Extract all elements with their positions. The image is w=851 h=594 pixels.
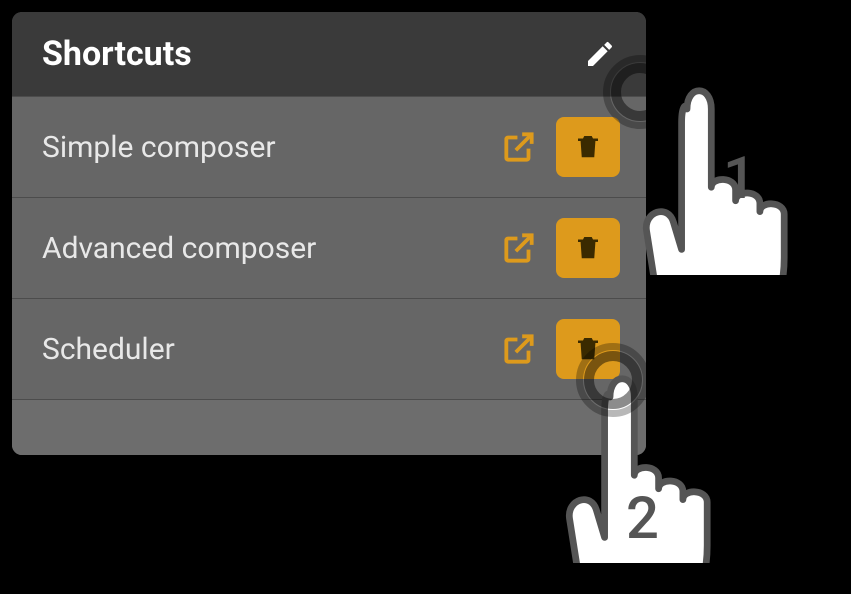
shortcut-label: Scheduler bbox=[42, 332, 500, 367]
delete-button[interactable] bbox=[556, 117, 620, 177]
open-external-icon[interactable] bbox=[500, 229, 538, 267]
trash-icon bbox=[573, 129, 603, 166]
annotation-step-number: 1 bbox=[723, 145, 756, 213]
open-external-icon[interactable] bbox=[500, 330, 538, 368]
open-external-icon[interactable] bbox=[500, 128, 538, 166]
shortcut-label: Simple composer bbox=[42, 130, 500, 165]
panel-title: Shortcuts bbox=[42, 34, 192, 74]
edit-icon[interactable] bbox=[584, 38, 616, 70]
delete-button[interactable] bbox=[556, 218, 620, 278]
shortcuts-list: Simple composer Advanced composer bbox=[12, 96, 646, 455]
list-item[interactable]: Advanced composer bbox=[12, 197, 646, 298]
trash-icon bbox=[573, 331, 603, 368]
trash-icon bbox=[573, 230, 603, 267]
shortcuts-panel: Shortcuts Simple composer Advanced compo… bbox=[12, 12, 646, 455]
panel-footer bbox=[12, 399, 646, 455]
delete-button[interactable] bbox=[556, 319, 620, 379]
panel-header: Shortcuts bbox=[12, 12, 646, 96]
annotation-step-number: 2 bbox=[626, 485, 659, 553]
list-item[interactable]: Scheduler bbox=[12, 298, 646, 399]
list-item[interactable]: Simple composer bbox=[12, 96, 646, 197]
shortcut-label: Advanced composer bbox=[42, 231, 500, 266]
